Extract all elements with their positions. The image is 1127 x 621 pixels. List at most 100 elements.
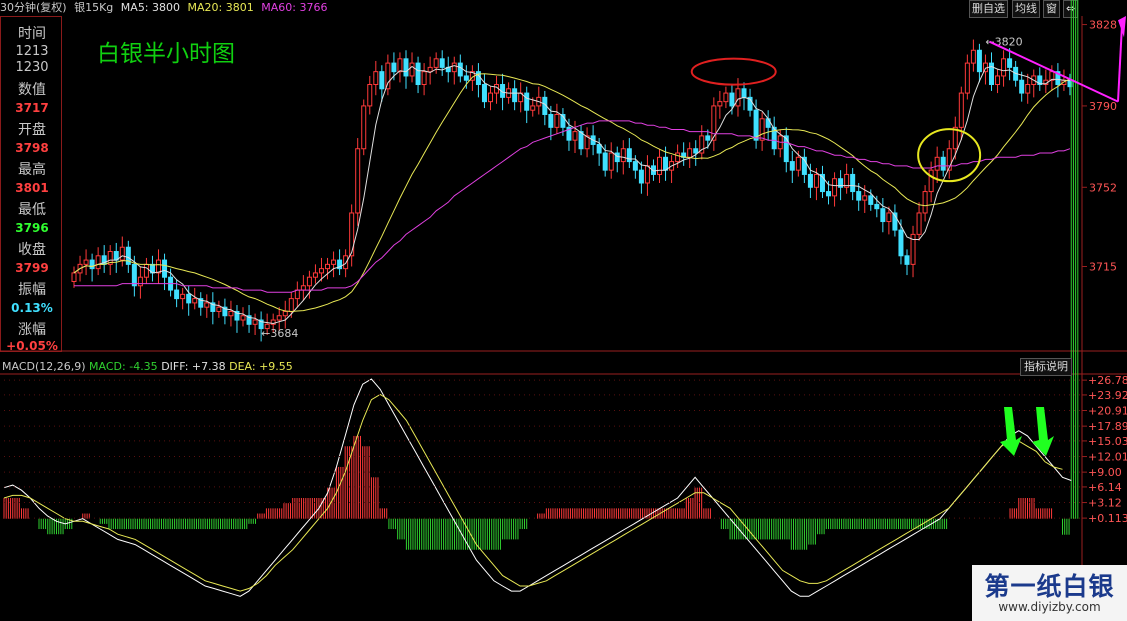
watermark-url: www.diyizby.com <box>998 600 1101 614</box>
site-watermark: 第一纸白银 www.diyizby.com <box>972 565 1127 621</box>
candle-body <box>723 92 729 103</box>
macd-label: MACD(12,26,9) <box>2 360 86 373</box>
candle-body <box>940 156 946 171</box>
candle-body <box>826 191 832 197</box>
candle-body <box>868 195 874 205</box>
candle-body <box>632 161 638 171</box>
candle-body <box>186 293 192 304</box>
indicator-help-button[interactable]: 指标说明 <box>1020 358 1072 376</box>
macd-tick-label: +9.00 <box>1088 466 1122 479</box>
candle-body <box>240 315 246 321</box>
candle-body <box>554 113 560 128</box>
candle-body <box>379 71 385 90</box>
candle-body <box>174 289 180 300</box>
candle-body <box>620 148 626 163</box>
candle-body <box>318 268 324 274</box>
macd-tick-label: +20.91 <box>1088 405 1127 418</box>
candle-body <box>343 255 349 270</box>
candle-body <box>874 203 880 210</box>
candle-body <box>204 302 210 308</box>
candle-body <box>180 293 186 300</box>
candle-body <box>572 131 578 141</box>
diff-value: DIFF: +7.38 <box>161 360 226 373</box>
candle-body <box>765 118 771 128</box>
candle-body <box>693 148 699 154</box>
candle-body <box>415 62 421 86</box>
candle-body <box>427 66 433 73</box>
candle-body <box>626 148 632 163</box>
candle-body <box>95 255 101 270</box>
candle-body <box>970 49 976 64</box>
candle-body <box>1001 58 1007 77</box>
price-tick-label: 3828 <box>1089 19 1117 32</box>
candle-body <box>795 156 801 171</box>
candle-body <box>524 92 530 111</box>
macd-tick-label: +3.12 <box>1088 497 1122 510</box>
price-chart[interactable]: 3828 3790 3752 3715 +26.78 +23.92 +20.91 +17.8… <box>0 0 1127 621</box>
ma20-line <box>73 73 1071 313</box>
candle-body <box>717 101 723 107</box>
candle-body <box>687 148 693 158</box>
candle-body <box>391 62 397 73</box>
candle-body <box>131 263 137 287</box>
candle-body <box>228 310 234 317</box>
candle-body <box>1007 58 1013 68</box>
candle-body <box>916 212 922 235</box>
price-tick-label: 3715 <box>1089 261 1117 274</box>
candle-body <box>783 135 789 163</box>
macd-tick-label: +0.113 <box>1088 512 1127 525</box>
candle-body <box>759 118 765 141</box>
candle-body <box>367 84 373 107</box>
watermark-title: 第一纸白银 <box>984 572 1115 601</box>
candle-body <box>162 259 168 278</box>
candle-body <box>958 92 964 128</box>
macd-tick-label: +26.78 <box>1088 374 1127 387</box>
candle-body <box>886 212 892 223</box>
candle-body <box>361 105 367 150</box>
candle-body <box>657 156 663 175</box>
candle-body <box>403 58 409 77</box>
candle-body <box>608 152 614 171</box>
candle-body <box>143 263 149 278</box>
candle-body <box>512 88 518 103</box>
magenta-trendline <box>989 40 1119 103</box>
green-down-arrow <box>1000 407 1022 456</box>
candle-body <box>832 178 838 197</box>
candle-body <box>976 49 982 73</box>
candle-body <box>675 152 681 163</box>
candle-body <box>300 285 306 291</box>
macd-tick-label: +15.03 <box>1088 435 1127 448</box>
candle-body <box>735 88 741 107</box>
candle-body <box>548 113 554 128</box>
candle-body <box>409 62 415 77</box>
candle-body <box>922 191 928 214</box>
candle-body <box>288 298 294 312</box>
candle-body <box>898 229 904 257</box>
candle-body <box>880 208 886 223</box>
macd-tick-label: +6.14 <box>1088 481 1122 494</box>
candle-body <box>306 276 312 287</box>
low-price-label: ←3684 <box>261 327 298 340</box>
price-tick-label: 3790 <box>1089 100 1117 113</box>
candle-body <box>729 92 735 107</box>
candle-body <box>663 156 669 171</box>
macd-value: MACD: -4.35 <box>89 360 158 373</box>
candle-body <box>638 169 644 184</box>
candle-body <box>463 75 469 81</box>
candle-body <box>397 58 403 73</box>
candle-body <box>741 88 747 98</box>
candle-body <box>457 62 463 77</box>
candle-body <box>331 259 337 265</box>
chart-title: 白银半小时图 <box>97 41 235 67</box>
candle-body <box>904 255 910 265</box>
candle-body <box>964 62 970 94</box>
magenta-arrow-shaft <box>1117 24 1123 102</box>
candle-body <box>349 212 355 257</box>
candle-body <box>813 173 819 188</box>
candle-body <box>862 195 868 201</box>
ma5-line <box>73 65 1071 325</box>
candle-body <box>439 58 445 68</box>
candle-body <box>156 259 162 274</box>
candle-body <box>252 319 258 325</box>
candle-body <box>385 62 391 90</box>
